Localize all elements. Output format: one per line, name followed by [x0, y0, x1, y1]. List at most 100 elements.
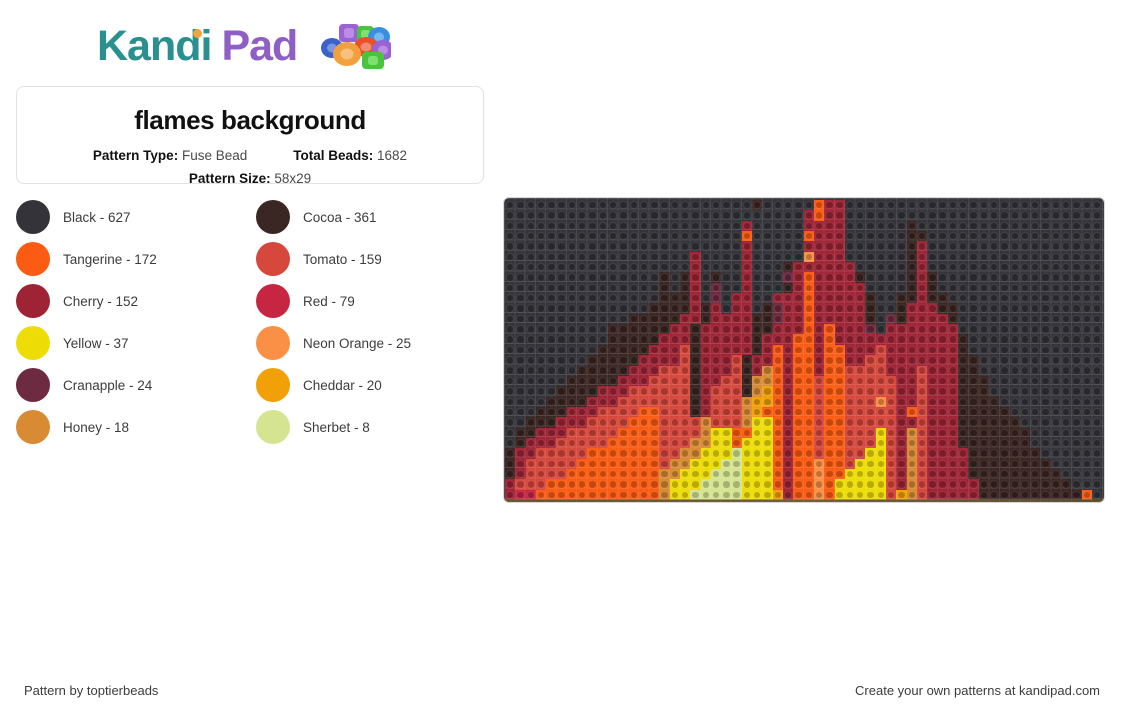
bead-cell — [906, 396, 917, 407]
bead-cell — [947, 458, 959, 469]
bead-cell — [937, 365, 948, 376]
bead-cell — [752, 313, 763, 325]
bead-cell — [597, 231, 608, 242]
bead-cell — [577, 262, 588, 273]
bead-cell — [783, 468, 794, 480]
bead-cell — [875, 344, 886, 356]
bead-cell — [700, 282, 711, 294]
bead-cell — [566, 282, 578, 294]
bead-cell — [505, 386, 516, 397]
bead-cell — [772, 458, 784, 469]
bead-cell — [1040, 406, 1051, 418]
bead-cell — [988, 386, 1000, 397]
legend-color-label: Cranapple - 24 — [63, 377, 153, 393]
bead-cell — [638, 303, 650, 314]
bead-cell — [669, 355, 681, 366]
bead-cell — [731, 272, 742, 283]
bead-cell — [947, 406, 959, 418]
bead-cell — [535, 479, 547, 490]
bead-cell — [855, 334, 866, 345]
bead-cell — [865, 220, 876, 232]
bead-cell — [505, 344, 516, 356]
bead-cell — [546, 262, 557, 273]
bead-cell — [988, 396, 1000, 407]
bead-cell — [844, 293, 856, 304]
bead-cell — [566, 427, 578, 438]
kandipad-logo[interactable]: Kandi Pad — [97, 22, 392, 70]
bead-cell — [1061, 344, 1072, 356]
bead-cell — [618, 220, 629, 232]
bead-cell — [844, 303, 856, 314]
bead-cell — [958, 220, 969, 232]
bead-cell — [947, 272, 959, 283]
bead-cell — [577, 313, 588, 325]
bead-cell — [546, 344, 557, 356]
bead-cell — [535, 468, 547, 480]
bead-cell — [525, 396, 536, 407]
bead-cell — [916, 231, 928, 242]
bead-cell — [1019, 293, 1031, 304]
bead-cell — [783, 324, 794, 335]
bead-cell — [1050, 355, 1062, 366]
bead-cell — [1061, 200, 1072, 211]
bead-cell — [947, 293, 959, 304]
bead-cell — [587, 427, 598, 438]
bead-cell — [556, 417, 567, 428]
bead-cell — [752, 344, 763, 356]
bead-cell — [855, 437, 866, 449]
bead-cell — [783, 458, 794, 469]
bead-cell — [958, 293, 969, 304]
bead-cell — [1030, 324, 1041, 335]
bead-cell — [803, 468, 814, 480]
bead-cell — [546, 417, 557, 428]
bead-cell — [1009, 417, 1020, 428]
bead-cell — [988, 272, 1000, 283]
bead-cell — [916, 334, 928, 345]
bead-cell — [710, 272, 722, 283]
bead-cell — [1050, 406, 1062, 418]
bead-cell — [803, 417, 814, 428]
bead-cell — [700, 406, 711, 418]
bead-cell — [824, 324, 835, 335]
bead-cell — [1019, 468, 1031, 480]
bead-cell — [762, 293, 773, 304]
bead-cell — [1009, 324, 1020, 335]
bead-cell — [566, 375, 578, 387]
bead-pattern-preview[interactable] — [504, 198, 1104, 502]
bead-cell — [752, 334, 763, 345]
bead-cell — [1019, 396, 1031, 407]
bead-cell — [505, 272, 516, 283]
bead-cell — [916, 303, 928, 314]
bead-cell — [813, 231, 825, 242]
bead-cell — [638, 251, 650, 263]
bead-cell — [607, 210, 619, 221]
bead-cell — [1081, 334, 1092, 345]
bead-cell — [1071, 200, 1082, 211]
bead-cell — [865, 458, 876, 469]
bead-cell — [556, 375, 567, 387]
bead-cell — [855, 458, 866, 469]
bead-cell — [1091, 375, 1103, 387]
bead-cell — [566, 344, 578, 356]
bead-cell — [927, 241, 938, 252]
bead-cell — [906, 479, 917, 490]
bead-cell — [999, 241, 1010, 252]
bead-cell — [958, 355, 969, 366]
bead-cell — [721, 262, 732, 273]
bead-cell — [875, 231, 886, 242]
bead-cell — [721, 355, 732, 366]
bead-cell — [669, 458, 681, 469]
bead-cell — [618, 448, 629, 459]
bead-cell — [1091, 293, 1103, 304]
bead-cell — [988, 200, 1000, 211]
legend-color-swatch — [16, 284, 50, 318]
bead-cell — [1040, 210, 1051, 221]
bead-cell — [607, 324, 619, 335]
bead-cell — [649, 324, 660, 335]
bead-cell — [1040, 303, 1051, 314]
bead-cell — [628, 262, 639, 273]
bead-cell — [978, 406, 989, 418]
bead-cell — [1091, 200, 1103, 211]
bead-cell — [834, 396, 845, 407]
bead-cell — [1081, 344, 1092, 356]
